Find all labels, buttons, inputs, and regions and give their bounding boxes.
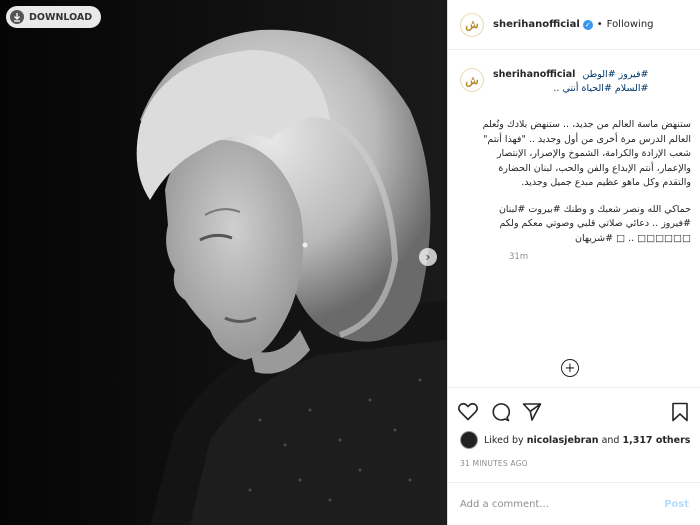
caption-avatar[interactable]: ش (460, 68, 484, 92)
action-bar (458, 402, 542, 426)
caption-hashtags-line2[interactable]: #السلام #الحياة أنتي .. (493, 82, 648, 96)
caption-username[interactable]: sherihanofficial (493, 69, 575, 80)
post-sidebar: ش sherihanofficial ✓ • Following ش sheri… (447, 0, 700, 525)
likes-middle: and (601, 434, 620, 446)
download-icon (10, 10, 24, 24)
caption-paragraph-1: ستنهض ماسة العالم من جديد، .. ستنهض بلاد… (482, 119, 691, 188)
post-timestamp[interactable]: 31 MINUTES AGO (460, 459, 528, 468)
post-photo[interactable]: DOWNLOAD › (0, 0, 447, 525)
plus-circle-icon[interactable]: + (561, 359, 579, 377)
likes-summary: Liked by nicolasjebran and 1,317 others (460, 431, 690, 449)
post-comment-button[interactable]: Post (664, 499, 689, 510)
chevron-right-icon: › (425, 250, 431, 264)
header-username[interactable]: sherihanofficial (493, 19, 580, 30)
share-icon[interactable] (522, 402, 542, 426)
heart-icon[interactable] (458, 402, 478, 426)
caption-time: 31m (509, 252, 529, 262)
comment-bar: Add a comment... Post (448, 482, 700, 525)
verified-badge-icon: ✓ (582, 19, 593, 30)
likes-prefix: Liked by (484, 434, 524, 446)
post-caption: ش sherihanofficial #فيروز #الوطن #السلام… (460, 68, 692, 262)
next-photo-button[interactable]: › (419, 248, 437, 266)
post-header: ش sherihanofficial ✓ • Following (448, 0, 700, 50)
caption-hashtags-line1[interactable]: #فيروز #الوطن (582, 68, 648, 82)
actions-divider (448, 387, 700, 388)
header-separator: • (596, 19, 603, 30)
likes-count[interactable]: 1,317 others (622, 435, 690, 446)
portrait-image (0, 0, 447, 525)
profile-avatar[interactable]: ش (460, 12, 484, 37)
following-button[interactable]: Following (607, 19, 654, 30)
bookmark-icon[interactable] (671, 402, 689, 426)
likes-user[interactable]: nicolasjebran (527, 435, 599, 446)
download-label: DOWNLOAD (29, 11, 93, 23)
comment-icon[interactable] (490, 402, 511, 426)
download-button[interactable]: DOWNLOAD (6, 6, 102, 28)
liker-avatar[interactable] (460, 431, 478, 449)
caption-paragraph-2: حماكي الله ونصر شعبك و وطنك #بيروت #لبنا… (498, 203, 691, 244)
comment-input[interactable]: Add a comment... (460, 499, 664, 510)
